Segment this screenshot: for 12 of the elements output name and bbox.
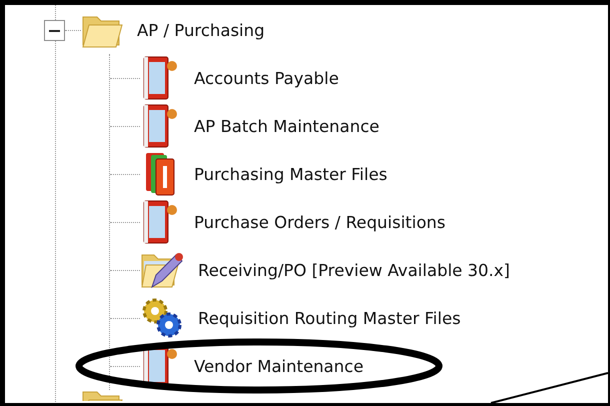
tree-item-label: AP / Purchasing	[137, 20, 265, 40]
folder-icon	[81, 391, 123, 401]
expander-button[interactable]	[44, 20, 65, 40]
tree-item-label[interactable]: AP Batch Maintenance	[194, 116, 380, 136]
tree-item-label[interactable]: Requisition Routing Master Files	[198, 308, 461, 328]
tree-item-label[interactable]: Accounts Payable	[194, 68, 339, 88]
tree-item-label[interactable]: Purchasing Master Files	[194, 164, 388, 184]
tree-item-label[interactable]: Receiving/PO [Preview Available 30.x]	[198, 260, 510, 280]
tree-item-label[interactable]: Purchase Orders / Requisitions	[194, 212, 446, 232]
tree-node[interactable]: AP / Purchasing	[44, 6, 608, 54]
tree-item-label[interactable]: Vendor Maintenance	[194, 356, 364, 376]
gears-icon	[140, 296, 184, 340]
